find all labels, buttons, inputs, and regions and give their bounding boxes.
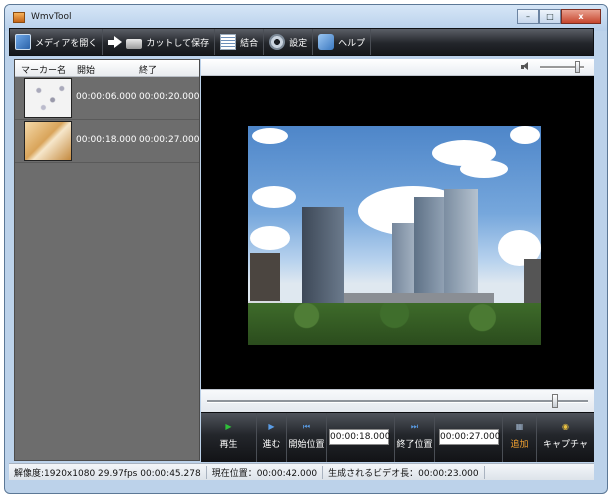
status-resolution: 解像度:1920x1080 29.97fps 00:00:45.278 — [9, 465, 207, 479]
marker-start: 00:00:18.000 — [76, 135, 137, 145]
capture-button[interactable]: ◉ キャプチャ — [537, 413, 594, 462]
add-marker-label: 追加 — [510, 440, 529, 450]
seek-bar — [201, 389, 594, 412]
set-end-label: 終了位置 — [396, 440, 433, 450]
step-forward-label: 進む — [262, 440, 281, 450]
volume-bar — [201, 59, 594, 76]
set-start-button[interactable]: ⏮ 開始位置 — [287, 413, 327, 462]
play-label: 再生 — [219, 440, 238, 450]
window-controls: – □ x — [517, 9, 601, 24]
skip-forward-icon: ⏭ — [410, 422, 419, 431]
column-header-end[interactable]: 終了 — [139, 63, 157, 76]
start-time-cell — [327, 413, 395, 462]
capture-label: キャプチャ — [543, 440, 588, 450]
skip-back-icon: ⏮ — [302, 422, 311, 431]
column-header-start[interactable]: 開始 — [77, 63, 95, 76]
marker-end: 00:00:20.000 — [139, 92, 200, 102]
set-start-label: 開始位置 — [288, 440, 325, 450]
status-current-position: 現在位置：00:00:42.000 — [207, 465, 324, 479]
marker-list-header: マーカー名 開始 終了 — [15, 60, 199, 77]
marker-row[interactable]: 00:00:18.000 00:00:27.000 — [15, 120, 199, 163]
settings-label: 設定 — [289, 38, 308, 49]
close-button[interactable]: x — [561, 9, 601, 24]
video-preview — [201, 59, 594, 389]
join-button[interactable]: 結合 — [215, 29, 265, 55]
join-label: 結合 — [240, 38, 259, 49]
cut-save-icon — [126, 39, 143, 49]
add-marker-button[interactable]: ▦ 追加 — [503, 413, 537, 462]
maximize-button[interactable]: □ — [539, 9, 561, 24]
step-forward-button[interactable]: ▶ 進む — [257, 413, 287, 462]
help-button[interactable]: ヘルプ — [313, 29, 372, 55]
seek-slider-handle[interactable] — [552, 394, 558, 408]
marker-row[interactable]: 00:00:06.000 00:00:20.000 — [15, 77, 199, 120]
open-media-icon — [15, 34, 31, 50]
video-foliage — [248, 303, 541, 345]
join-icon — [220, 34, 237, 50]
playback-controls: ▶ 再生 ▶ 進む ⏮ 開始位置 00:00:18.000 ⏭ 終了位置 00:… — [201, 412, 594, 462]
status-bar: 解像度:1920x1080 29.97fps 00:00:45.278 現在位置… — [9, 463, 594, 480]
marker-list: マーカー名 開始 終了 00:00:06.000 00:00:20.000 00… — [14, 59, 200, 461]
volume-slider-handle[interactable] — [575, 61, 581, 73]
settings-button[interactable]: 設定 — [264, 29, 314, 55]
seek-slider[interactable] — [207, 394, 588, 408]
marker-start: 00:00:06.000 — [76, 92, 137, 102]
status-output-length: 生成されるビデオ長：00:00:23.000 — [323, 465, 485, 479]
open-media-button[interactable]: メディアを開く — [10, 29, 104, 55]
speaker-icon — [521, 62, 529, 71]
app-icon — [13, 12, 25, 23]
marker-thumbnail — [24, 121, 72, 161]
window-title: WmvTool — [31, 12, 72, 22]
camera-icon: ◉ — [562, 422, 569, 431]
step-forward-icon: ▶ — [268, 422, 275, 431]
arrow-right-icon — [108, 36, 123, 48]
marker-end: 00:00:27.000 — [139, 135, 200, 145]
set-end-button[interactable]: ⏭ 終了位置 — [395, 413, 435, 462]
cut-save-button[interactable]: カットして保存 — [103, 29, 216, 55]
marker-thumbnail — [24, 78, 72, 118]
gear-icon — [269, 34, 286, 50]
toolbar: メディアを開く カットして保存 結合 設定 ヘルプ — [9, 28, 594, 56]
play-button[interactable]: ▶ 再生 — [201, 413, 257, 462]
video-frame — [248, 126, 541, 345]
add-list-icon: ▦ — [515, 422, 524, 431]
end-time-cell — [435, 413, 503, 462]
play-icon: ▶ — [225, 422, 232, 431]
help-icon — [318, 34, 335, 50]
column-header-marker-name[interactable]: マーカー名 — [21, 63, 66, 76]
minimize-button[interactable]: – — [517, 9, 539, 24]
help-label: ヘルプ — [338, 38, 366, 49]
volume-slider[interactable] — [540, 61, 584, 73]
open-media-label: メディアを開く — [35, 38, 98, 49]
cut-save-label: カットして保存 — [146, 38, 210, 49]
